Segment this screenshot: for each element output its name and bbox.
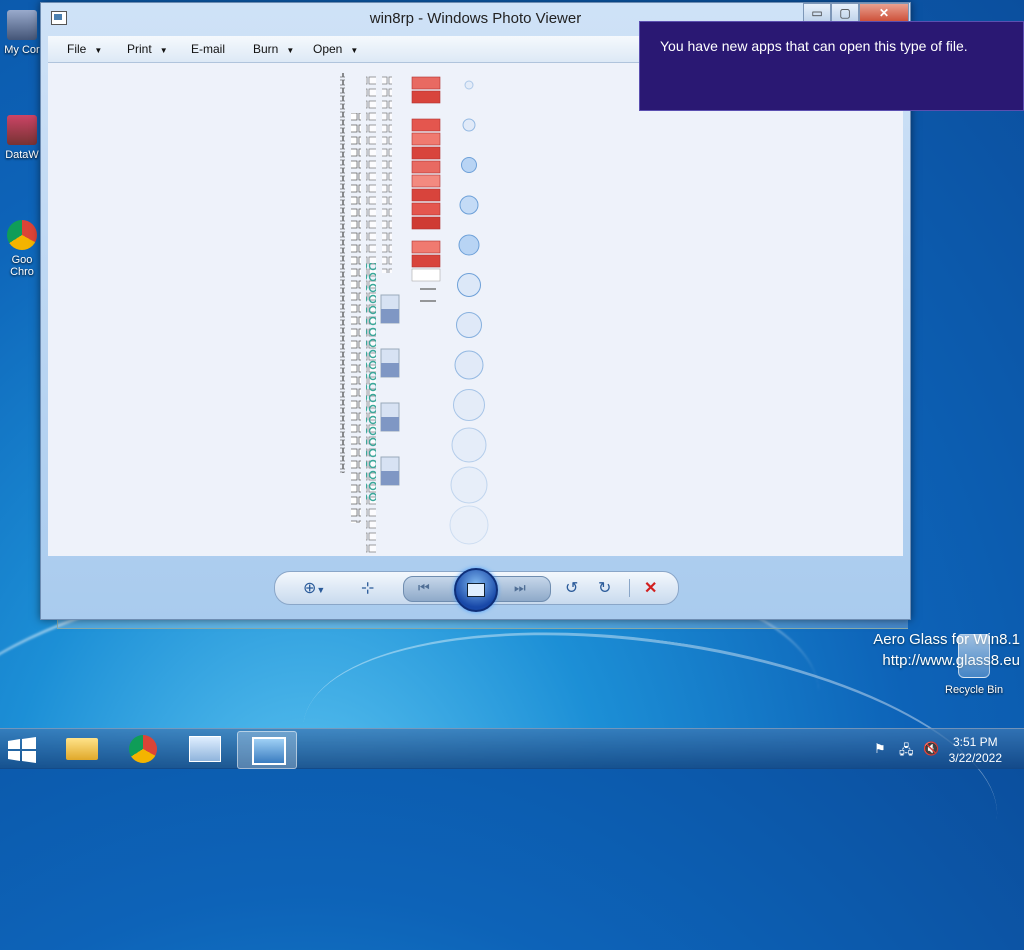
aero-glass-watermark: Aero Glass for Win8.1 http://www.glass8.…	[873, 629, 1020, 671]
action-center-flag-icon[interactable]: ⚑	[874, 741, 888, 756]
desktop-icon-label: My Cor	[4, 44, 40, 56]
desktop-icon-datawin[interactable]: DataW	[0, 115, 44, 161]
chrome-icon	[129, 735, 157, 763]
next-icon: ⏭	[514, 580, 526, 595]
volume-muted-icon[interactable]: 🔇	[923, 741, 939, 756]
system-clock[interactable]: 3:51 PM 3/22/2022	[949, 734, 1002, 766]
taskbar: ⚑ 🖧 🔇 3:51 PM 3/22/2022	[0, 728, 1024, 769]
notification-message: You have new apps that can open this typ…	[660, 38, 968, 54]
next-button[interactable]: ⏭	[514, 580, 526, 596]
control-panel-icon	[189, 736, 221, 762]
rotate-ccw-button[interactable]: ↺	[565, 578, 578, 598]
folder-icon	[66, 738, 98, 760]
photo-viewer-icon	[252, 737, 286, 765]
glyph-column-2	[351, 113, 361, 523]
taskbar-file-explorer[interactable]	[53, 731, 111, 767]
network-icon[interactable]: 🖧	[899, 741, 914, 757]
zoom-button[interactable]: ⊕▼	[303, 578, 325, 598]
menu-label: Open	[313, 42, 343, 56]
menu-label: File	[67, 42, 87, 56]
glyph-column-1	[340, 73, 345, 473]
datawin-icon	[7, 115, 37, 145]
circle-column	[449, 80, 489, 545]
blue-bars	[380, 294, 400, 486]
image-viewport[interactable]	[48, 63, 903, 556]
rotate-ccw-icon: ↺	[565, 580, 579, 597]
taskbar-chrome[interactable]	[114, 731, 172, 767]
chevron-down-icon: ▼	[350, 46, 359, 55]
watermark-line-2: http://www.glass8.eu	[882, 652, 1020, 669]
computer-icon	[7, 10, 37, 40]
slideshow-button[interactable]	[454, 568, 498, 612]
windows-start-icon[interactable]	[8, 737, 36, 763]
actual-size-button[interactable]: ⊹	[361, 578, 374, 598]
menu-burn[interactable]: Burn ▼	[253, 42, 294, 56]
menu-print[interactable]: Print ▼	[127, 42, 168, 56]
close-icon: ✕	[878, 6, 890, 20]
previous-icon: ⏮	[418, 580, 430, 595]
actual-size-icon: ⊹	[361, 580, 375, 597]
taskbar-control-panel[interactable]	[175, 731, 233, 767]
rotate-cw-button[interactable]: ↻	[598, 578, 611, 598]
menu-label: Print	[127, 42, 152, 56]
recycle-bin-label: Recycle Bin	[945, 684, 1004, 696]
glyph-column-4	[382, 73, 392, 273]
previous-button[interactable]: ⏮	[418, 580, 430, 596]
desktop-icon-label: DataW	[5, 149, 39, 161]
recycle-bin-icon[interactable]	[958, 634, 990, 678]
delete-icon: ✕	[644, 580, 658, 597]
minimize-icon: ▭	[811, 6, 823, 20]
desktop-icon-computer[interactable]: My Cor	[0, 10, 44, 56]
desktop-icon-label: Goo Chro	[10, 254, 34, 278]
clock-date: 3/22/2022	[948, 751, 1002, 765]
taskbar-photo-viewer[interactable]	[237, 731, 297, 769]
chevron-down-icon: ▼	[286, 46, 295, 55]
menu-label: Burn	[253, 42, 279, 56]
toolbar-separator	[629, 579, 630, 597]
ring-column	[366, 263, 376, 503]
watermark-line-1: Aero Glass for Win8.1	[873, 631, 1020, 648]
delete-button[interactable]: ✕	[644, 578, 657, 598]
menu-email[interactable]: E-mail	[191, 42, 225, 56]
chevron-down-icon: ▼	[94, 46, 103, 55]
displayed-image	[340, 73, 489, 553]
rotate-cw-icon: ↻	[598, 580, 612, 597]
desktop-icon-chrome[interactable]: Goo Chro	[0, 220, 44, 278]
chevron-down-icon: ▼	[316, 585, 326, 595]
chevron-down-icon: ▼	[159, 46, 168, 55]
chrome-icon	[7, 220, 37, 250]
new-apps-notification[interactable]: You have new apps that can open this typ…	[639, 21, 1024, 111]
clock-time: 3:51 PM	[952, 735, 998, 749]
menu-file[interactable]: File ▼	[67, 42, 102, 56]
menu-open[interactable]: Open ▼	[313, 42, 358, 56]
viewer-toolbar: ⊕▼ ⊹ ⏮ ⏭ ↺ ↻ ✕	[274, 568, 679, 612]
zoom-icon: ⊕	[303, 580, 317, 597]
maximize-icon: ▢	[839, 6, 851, 20]
red-bars	[411, 76, 441, 282]
menu-label: E-mail	[191, 42, 226, 56]
